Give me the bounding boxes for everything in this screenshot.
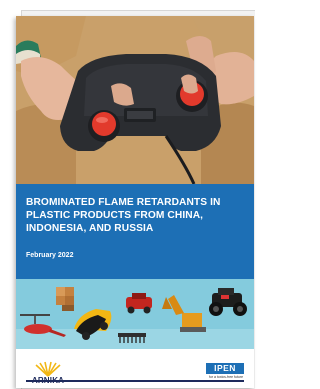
ipen-tagline: for a toxics-free future: [208, 375, 244, 379]
report-title: BROMINATED FLAME RETARDANTS IN PLASTIC P…: [26, 197, 221, 234]
publication-date: February 2022: [26, 252, 74, 259]
report-cover: BROMINATED FLAME RETARDANTS IN PLASTIC P…: [16, 16, 254, 388]
cover-photo-hands-game-controller: [16, 16, 254, 184]
cover-footer: ARNIKA IPEN for a toxics-free future: [16, 349, 254, 388]
ipen-wordmark: IPEN: [206, 363, 244, 374]
footer-divider: [26, 380, 244, 382]
toys-photo: [16, 279, 254, 349]
